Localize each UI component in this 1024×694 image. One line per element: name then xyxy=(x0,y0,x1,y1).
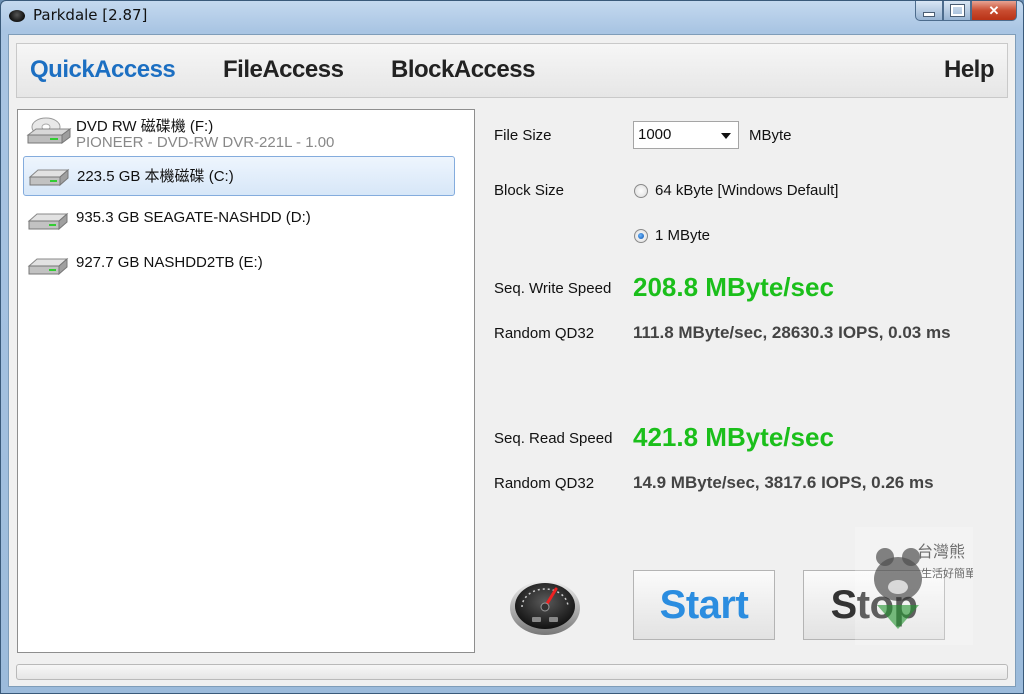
random-read-value: 14.9 MByte/sec, 3817.6 IOPS, 0.26 ms xyxy=(633,473,934,492)
radio-64kbyte-label[interactable]: 64 kByte [Windows Default] xyxy=(655,182,838,199)
chevron-down-icon xyxy=(721,133,731,139)
tab-bar: QuickAccess FileAccess BlockAccess Help xyxy=(16,43,1008,98)
title-bar[interactable]: Parkdale [2.87] ✕ xyxy=(1,1,1023,31)
radio-64kbyte[interactable] xyxy=(634,184,648,198)
svg-text:台灣熊: 台灣熊 xyxy=(917,542,965,561)
radio-1mbyte-label[interactable]: 1 MByte xyxy=(655,227,710,244)
window-title: Parkdale [2.87] xyxy=(33,6,148,24)
app-icon xyxy=(9,10,25,22)
drive-name: 927.7 GB NASHDD2TB (E:) xyxy=(76,254,263,271)
maximize-icon xyxy=(949,4,965,17)
tab-quickaccess[interactable]: QuickAccess xyxy=(30,56,176,84)
seq-read-label: Seq. Read Speed xyxy=(494,430,613,447)
speedometer-icon xyxy=(510,581,580,635)
file-size-unit: MByte xyxy=(749,127,792,144)
stop-button[interactable]: Stop xyxy=(803,570,945,640)
drive-name: 935.3 GB SEAGATE-NASHDD (D:) xyxy=(76,209,311,226)
drive-model: PIONEER - DVD-RW DVR-221L - 1.00 xyxy=(76,134,335,151)
file-size-value: 1000 xyxy=(638,126,672,143)
random-read-label: Random QD32 xyxy=(494,475,595,492)
file-size-label: File Size xyxy=(494,127,552,144)
hard-disk-icon xyxy=(28,168,70,187)
minimize-button[interactable] xyxy=(915,1,943,21)
help-button[interactable]: Help xyxy=(944,56,995,84)
start-button-label: Start xyxy=(659,583,749,627)
hard-disk-icon xyxy=(27,257,69,276)
block-size-label: Block Size xyxy=(494,182,565,199)
close-button[interactable]: ✕ xyxy=(971,1,1017,21)
caption-buttons: ✕ xyxy=(915,1,1017,21)
file-size-select[interactable]: 1000 xyxy=(633,121,739,149)
random-write-value: 111.8 MByte/sec, 28630.3 IOPS, 0.03 ms xyxy=(633,323,951,342)
drive-name: DVD RW 磁碟機 (F:) xyxy=(76,118,214,135)
hard-disk-icon xyxy=(27,212,69,231)
progress-bar xyxy=(16,664,1008,680)
drive-list[interactable]: DVD RW 磁碟機 (F:) PIONEER - DVD-RW DVR-221… xyxy=(17,109,475,653)
drive-item-d[interactable]: 935.3 GB SEAGATE-NASHDD (D:) xyxy=(23,201,455,241)
radio-1mbyte[interactable] xyxy=(634,229,648,243)
drive-item-e[interactable]: 927.7 GB NASHDD2TB (E:) xyxy=(23,246,455,286)
seq-write-value: 208.8 MByte/sec xyxy=(633,272,834,302)
dvd-drive-icon xyxy=(26,117,72,144)
tab-blockaccess[interactable]: BlockAccess xyxy=(391,56,535,84)
drive-item-c[interactable]: 223.5 GB 本機磁碟 (C:) xyxy=(23,156,455,196)
seq-write-label: Seq. Write Speed xyxy=(494,280,612,297)
tab-fileaccess[interactable]: FileAccess xyxy=(223,56,344,84)
maximize-button[interactable] xyxy=(943,1,971,21)
start-button[interactable]: Start xyxy=(633,570,775,640)
app-window: Parkdale [2.87] ✕ QuickAccess FileAccess… xyxy=(0,0,1024,694)
drive-item-dvd[interactable]: DVD RW 磁碟機 (F:) PIONEER - DVD-RW DVR-221… xyxy=(23,113,455,153)
drive-name: 223.5 GB 本機磁碟 (C:) xyxy=(77,168,234,185)
minimize-icon xyxy=(923,11,935,17)
close-icon: ✕ xyxy=(988,2,1000,18)
seq-read-value: 421.8 MByte/sec xyxy=(633,422,834,452)
stop-button-label: Stop xyxy=(830,583,918,627)
client-area: QuickAccess FileAccess BlockAccess Help … xyxy=(8,34,1016,687)
random-write-label: Random QD32 xyxy=(494,325,595,342)
